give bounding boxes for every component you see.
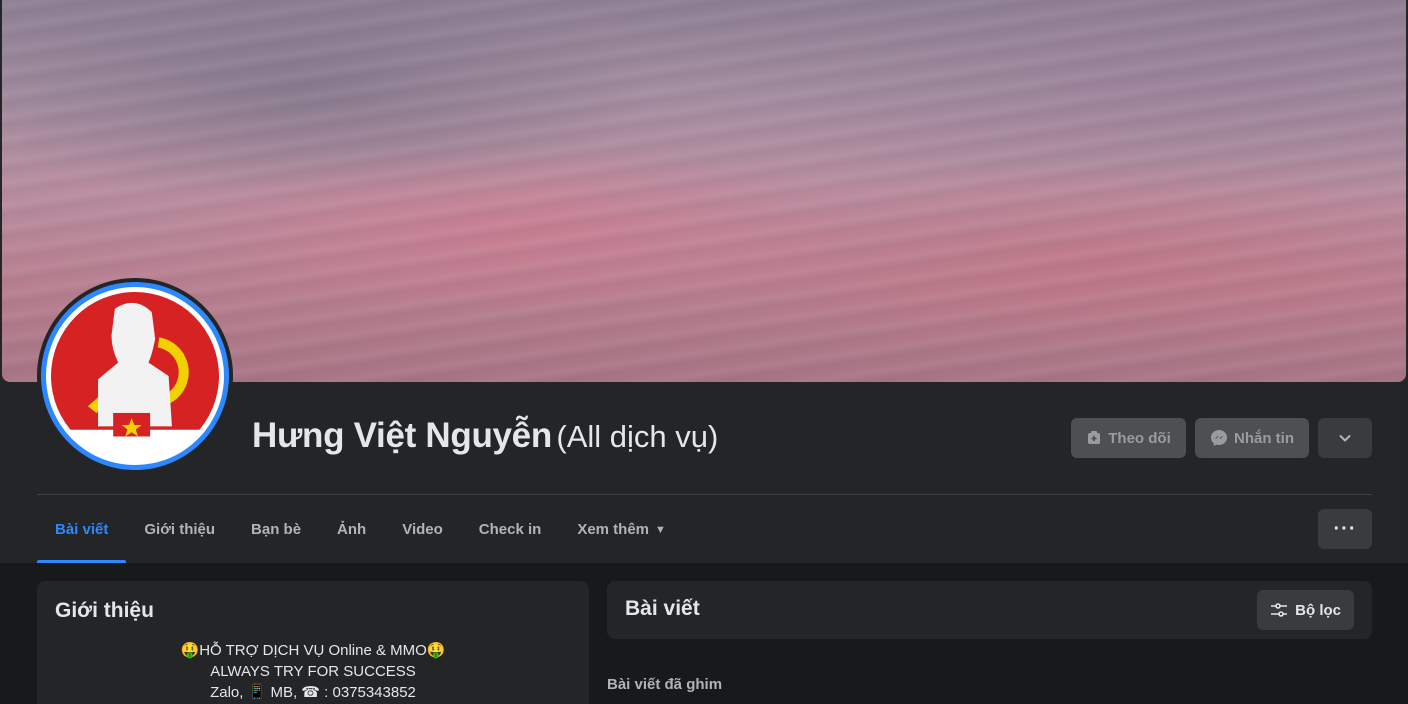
filter-icon [1271,603,1288,617]
profile-tabs: Bài viết Giới thiệu Bạn bè Ảnh Video Che… [37,496,684,563]
tab-videos[interactable]: Video [384,496,461,563]
bio-text: 🤑HỖ TRỢ DỊCH VỤ Online & MMO🤑 ALWAYS TRY… [37,640,589,703]
bio-line: Zalo, 📱 MB, ☎ : 0375343852 [210,684,416,701]
more-options-button[interactable]: ··· [1318,509,1372,549]
tab-photos[interactable]: Ảnh [319,496,384,563]
bio-line: ALWAYS TRY FOR SUCCESS [210,663,416,680]
chevron-down-icon [1339,435,1351,442]
tab-posts[interactable]: Bài viết [37,496,127,563]
profile-avatar[interactable] [37,278,233,474]
profile-options-button[interactable] [1318,418,1372,458]
intro-title: Giới thiệu [55,599,154,622]
header-divider [37,494,1372,495]
bio-line: 🤑HỖ TRỢ DỊCH VỤ Online & MMO🤑 [180,642,446,659]
avatar-image [51,292,219,460]
ellipsis-icon: ··· [1333,517,1357,540]
message-button-label: Nhắn tin [1234,429,1294,447]
profile-name: Hưng Việt Nguyễn (All dịch vụ) [252,416,718,460]
caret-down-icon: ▼ [655,523,666,536]
tab-check-ins[interactable]: Check in [461,496,560,563]
filter-button[interactable]: Bộ lọc [1257,590,1354,630]
intro-card: Giới thiệu 🤑HỖ TRỢ DỊCH VỤ Online & MMO🤑… [37,581,589,704]
profile-name-text: Hưng Việt Nguyễn [252,416,552,455]
posts-title: Bài viết [625,597,700,620]
tab-friends[interactable]: Bạn bè [233,496,319,563]
profile-alternate-name: (All dịch vụ) [556,419,719,454]
posts-header-card: Bài viết Bộ lọc [607,581,1372,639]
story-ring [41,282,229,470]
message-button[interactable]: Nhắn tin [1195,418,1309,458]
tab-more[interactable]: Xem thêm ▼ [559,496,684,563]
messenger-icon [1211,430,1227,446]
follow-icon [1088,431,1101,444]
follow-button-label: Theo dõi [1108,429,1171,447]
pinned-posts-heading: Bài viết đã ghim [607,676,723,693]
tab-about[interactable]: Giới thiệu [126,496,233,563]
filter-button-label: Bộ lọc [1295,601,1341,619]
follow-button[interactable]: Theo dõi [1071,418,1186,458]
